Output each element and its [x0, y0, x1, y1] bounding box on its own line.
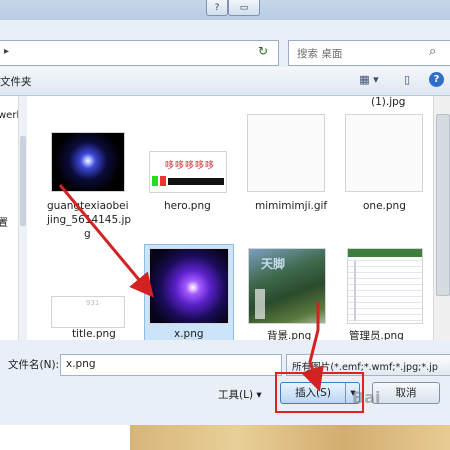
search-icon[interactable]: ⌕	[429, 44, 436, 59]
file-caption-mimimimji[interactable]: mimimimji.gif	[255, 200, 327, 212]
hero-thumb-text: 哆哆哆哆哆	[165, 161, 216, 171]
file-caption-one[interactable]: one.png	[363, 200, 406, 212]
file-type-value: 所有图片(*.emf;*.wmf;*.jpg;*.jp	[292, 362, 438, 373]
maximize-button[interactable]: ▭	[228, 0, 260, 16]
file-thumb-one[interactable]	[345, 114, 423, 192]
file-list: (1).jpg guangtexiaobei jing_5614145.jp g…	[27, 96, 433, 340]
file-thumb-hero[interactable]: 哆哆哆哆哆	[149, 151, 227, 193]
file-list-scrollbar[interactable]	[433, 96, 450, 340]
spreadsheet-thumb-col	[354, 261, 356, 321]
insert-picture-dialog: ? ▭ ▸ ↻ 搜索 桌面 ⌕ 文件夹 ▦ ▾ ▯ ? werk 置 (1).j…	[0, 0, 450, 425]
chevron-right-icon[interactable]: ▸	[4, 46, 9, 57]
file-thumb-guanliyuan[interactable]	[347, 248, 423, 324]
file-caption-hero[interactable]: hero.png	[164, 200, 211, 212]
cancel-button[interactable]: 取消	[372, 382, 440, 404]
preview-pane-icon[interactable]: ▯	[399, 73, 415, 87]
file-caption-guangtexiaobeijing-3[interactable]: g	[84, 228, 91, 240]
file-caption-x[interactable]: x.png	[174, 328, 204, 340]
background-below-dialog	[0, 425, 130, 450]
address-bar: ▸ ↻ 搜索 桌面 ⌕	[0, 40, 450, 66]
nav-item-location[interactable]: 置	[0, 214, 8, 229]
search-placeholder: 搜索 桌面	[297, 48, 343, 60]
nav-scroll-thumb[interactable]	[20, 136, 26, 226]
beijing-thumb-text: 天脚	[261, 257, 286, 271]
file-caption-title[interactable]: title.png	[72, 328, 116, 340]
title-bar: ? ▭	[0, 0, 450, 20]
beijing-thumb-waterfall	[255, 289, 265, 319]
file-caption-beijing[interactable]: 背景.png	[267, 328, 311, 340]
spreadsheet-thumb-ribbon	[348, 249, 422, 257]
hero-thumb-bar-red	[160, 176, 166, 186]
file-thumb-beijing[interactable]: 天脚	[248, 248, 326, 324]
help-icon[interactable]: ?	[429, 72, 444, 87]
file-thumb-mimimimji[interactable]	[247, 114, 325, 192]
tools-menu-button[interactable]: 工具(L) ▾	[218, 387, 262, 402]
watermark-text: Bai	[352, 388, 381, 407]
tools-label: 工具(L)	[218, 389, 254, 401]
hero-thumb-bar-green	[152, 176, 158, 186]
address-path-field[interactable]: ▸	[0, 40, 279, 66]
new-folder-button[interactable]: 文件夹	[0, 74, 32, 89]
file-thumb-guangtexiaobeijing[interactable]	[51, 132, 125, 192]
search-input[interactable]: 搜索 桌面 ⌕	[288, 40, 450, 66]
help-title-glyph: ?	[214, 2, 220, 13]
toolbar: 文件夹 ▦ ▾ ▯ ?	[0, 67, 450, 96]
maximize-icon: ▭	[239, 2, 249, 13]
file-caption-guangtexiaobeijing-1[interactable]: guangtexiaobei	[47, 200, 129, 212]
file-list-scroll-thumb[interactable]	[436, 114, 450, 296]
help-title-button[interactable]: ?	[206, 0, 228, 16]
file-thumb-title[interactable]: 931	[51, 296, 125, 328]
refresh-icon[interactable]: ↻	[258, 44, 268, 58]
navigation-scrollbar[interactable]	[18, 96, 27, 340]
filename-label: 文件名(N):	[8, 359, 60, 371]
filename-input[interactable]: x.png	[60, 354, 282, 376]
filename-value: x.png	[66, 358, 96, 370]
chevron-down-icon: ▾	[256, 389, 262, 401]
file-caption-guangtexiaobeijing-2[interactable]: jing_5614145.jp	[47, 214, 131, 226]
dialog-footer: 文件名(N): x.png 所有图片(*.emf;*.wmf;*.jpg;*.j…	[0, 341, 450, 425]
file-caption-guanliyuan[interactable]: 管理员.png	[349, 328, 404, 340]
hero-thumb-bar-black	[168, 178, 224, 185]
view-menu-icon[interactable]: ▦ ▾	[355, 73, 383, 87]
file-caption-1jpg[interactable]: (1).jpg	[371, 96, 405, 108]
title-thumb-text: 931	[86, 299, 100, 307]
annotation-insert-highlight	[275, 372, 364, 413]
background-wood-strip	[130, 425, 450, 450]
file-thumb-x[interactable]	[149, 248, 229, 324]
